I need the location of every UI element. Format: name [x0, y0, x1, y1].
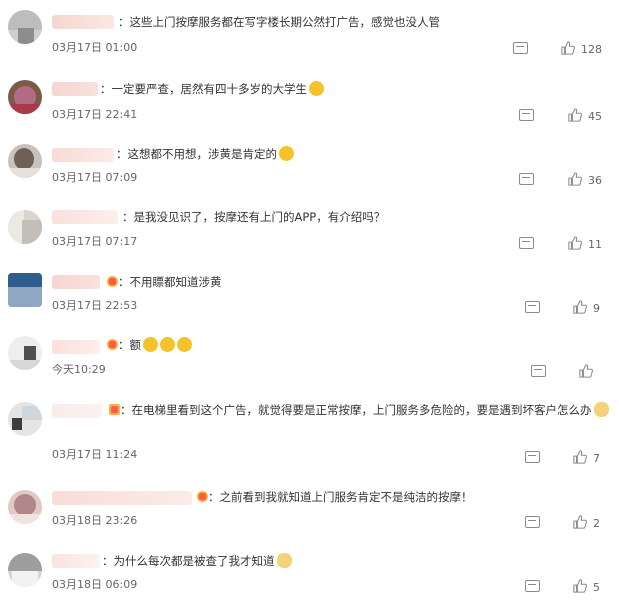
- reply-icon[interactable]: [519, 237, 534, 249]
- like-count: 45: [588, 110, 602, 123]
- comment-text: ：为什么每次都是被查了我才知道: [102, 553, 292, 570]
- comment-list: ：这些上门按摩服务都在写字楼长期公然打广告，感觉也没人管 03月17日 01:0…: [0, 0, 619, 610]
- sweat-face-icon: [160, 337, 175, 352]
- like-icon[interactable]: [568, 172, 582, 186]
- badge-icon: [107, 339, 118, 350]
- comment-text: ：这些上门按摩服务都在写字楼长期公然打广告，感觉也没人管: [118, 15, 440, 29]
- sweat-face-icon: [177, 337, 192, 352]
- reply-icon[interactable]: [519, 109, 534, 121]
- reply-icon[interactable]: [525, 451, 540, 463]
- nickname-blurred[interactable]: [52, 554, 100, 568]
- nickname-blurred[interactable]: [52, 340, 100, 354]
- doge-icon: [276, 553, 292, 568]
- comment-time: 今天10:29: [52, 363, 106, 376]
- like-icon[interactable]: [573, 579, 587, 593]
- nickname-blurred[interactable]: [52, 275, 100, 289]
- badge-icon: [109, 404, 120, 415]
- reply-icon[interactable]: [513, 42, 528, 54]
- avatar[interactable]: [8, 336, 42, 370]
- comment-time: 03月18日 23:26: [52, 514, 138, 527]
- avatar[interactable]: [8, 490, 42, 524]
- nickname-blurred[interactable]: [52, 82, 98, 96]
- like-icon[interactable]: [568, 236, 582, 250]
- separator: ：: [118, 15, 130, 29]
- avatar[interactable]: [8, 10, 42, 44]
- crying-face-icon: [309, 81, 324, 96]
- like-icon[interactable]: [573, 515, 587, 529]
- like-icon[interactable]: [579, 364, 593, 378]
- badge-icon: [107, 276, 118, 287]
- comment-text: ：在电梯里看到这个广告，就觉得要是正常按摩，上门服务多危险的，要是遇到坏客户怎么…: [106, 402, 616, 419]
- comment-time: 03月17日 07:09: [52, 171, 138, 184]
- comment-time: 03月17日 07:17: [52, 235, 138, 248]
- laughing-face-icon: [279, 146, 294, 161]
- nickname-blurred[interactable]: [52, 491, 192, 505]
- doge-icon: [593, 402, 609, 417]
- nickname-blurred[interactable]: [52, 210, 118, 224]
- avatar[interactable]: [8, 210, 42, 244]
- reply-icon[interactable]: [519, 173, 534, 185]
- comment-time: 03月17日 22:41: [52, 108, 138, 121]
- like-count: 2: [593, 517, 600, 530]
- comment-text: ：之前看到我就知道上门服务肯定不是纯洁的按摩！: [194, 489, 473, 506]
- nickname-blurred[interactable]: [52, 404, 102, 418]
- comment-text: ：这想都不用想，涉黄是肯定的: [116, 146, 294, 163]
- badge-icon: [197, 491, 208, 502]
- like-count: 9: [593, 302, 600, 315]
- comment-time: 03月18日 06:09: [52, 578, 138, 591]
- reply-icon[interactable]: [531, 365, 546, 377]
- like-icon[interactable]: [561, 41, 575, 55]
- like-count: 36: [588, 174, 602, 187]
- comment-text: ：额: [104, 337, 192, 354]
- like-count: 128: [581, 43, 602, 56]
- avatar[interactable]: [8, 80, 42, 114]
- like-icon[interactable]: [573, 300, 587, 314]
- avatar[interactable]: [8, 553, 42, 587]
- nickname-blurred[interactable]: [52, 148, 114, 162]
- like-count: 7: [593, 452, 600, 465]
- avatar[interactable]: [8, 273, 42, 307]
- comment-time: 03月17日 11:24: [52, 448, 138, 461]
- comment-text: ：一定要严查，居然有四十多岁的大学生: [100, 81, 324, 98]
- comment-time: 03月17日 22:53: [52, 299, 138, 312]
- reply-icon[interactable]: [525, 301, 540, 313]
- like-count: 11: [588, 238, 602, 251]
- comment-text: ：不用瞟都知道涉黄: [104, 274, 222, 291]
- like-icon[interactable]: [573, 450, 587, 464]
- reply-icon[interactable]: [525, 580, 540, 592]
- comment-text: ：是我没见识了，按摩还有上门的APP，有介绍吗？: [122, 210, 386, 224]
- sweat-face-icon: [143, 337, 158, 352]
- avatar[interactable]: [8, 402, 42, 436]
- comment-time: 03月17日 01:00: [52, 41, 138, 54]
- avatar[interactable]: [8, 144, 42, 178]
- nickname-blurred[interactable]: [52, 15, 114, 29]
- like-icon[interactable]: [568, 108, 582, 122]
- reply-icon[interactable]: [525, 516, 540, 528]
- like-count: 5: [593, 581, 600, 594]
